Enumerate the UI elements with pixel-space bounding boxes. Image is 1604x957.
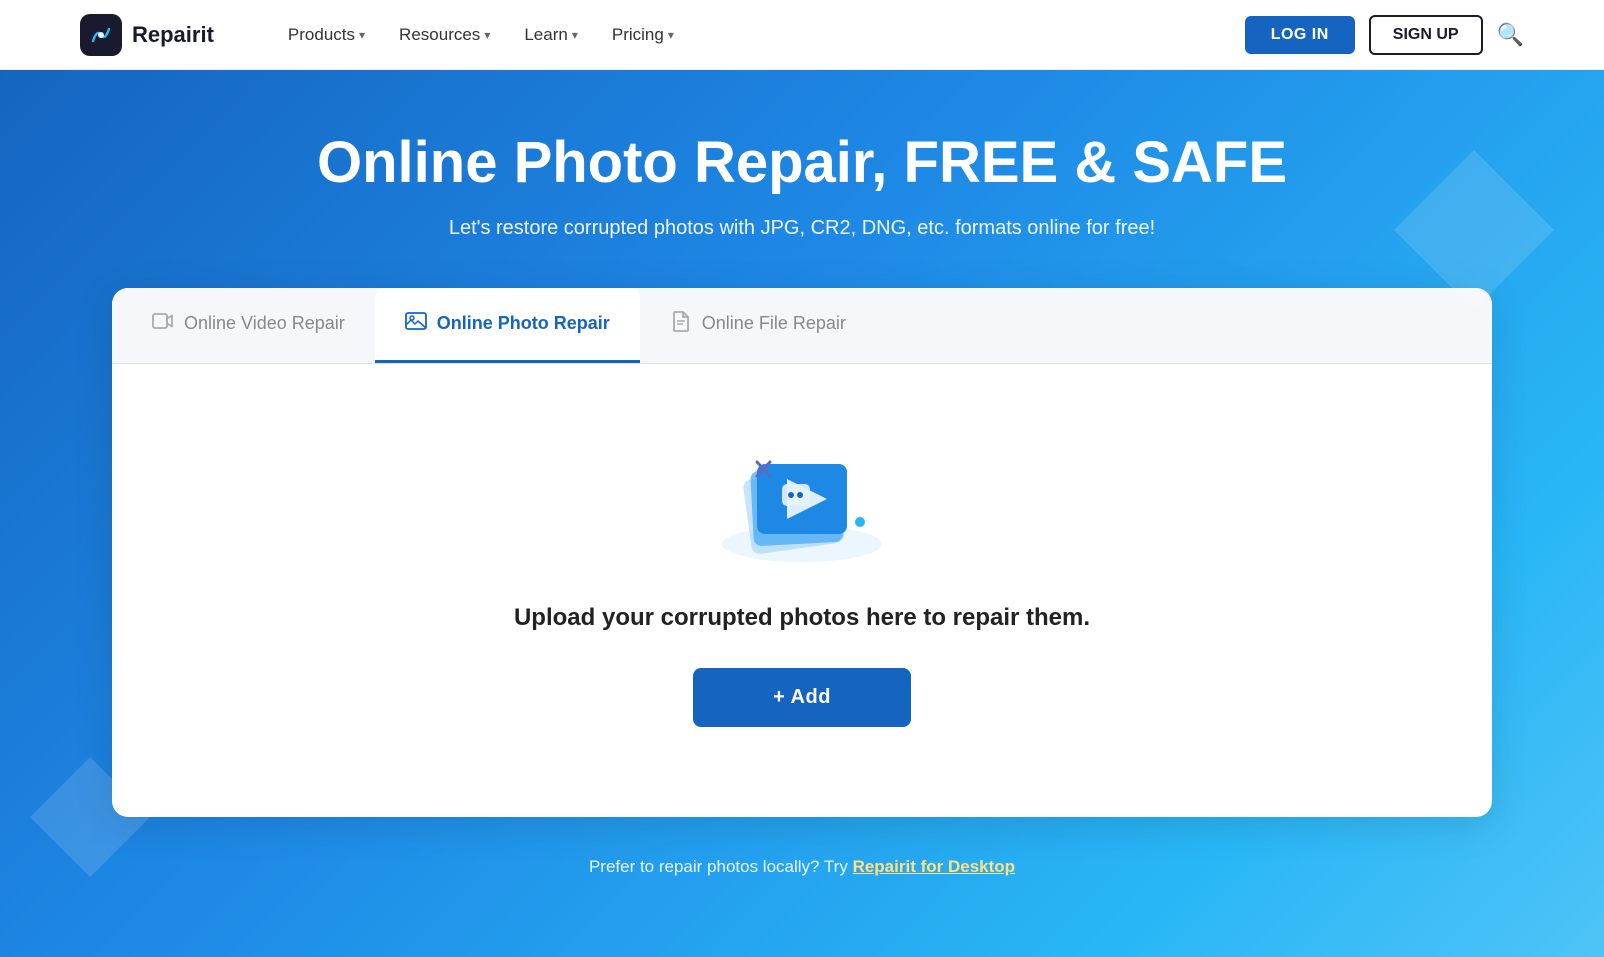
tab-video-repair[interactable]: Online Video Repair — [122, 288, 375, 363]
file-icon — [670, 310, 692, 338]
deco-shape-left — [30, 757, 150, 877]
chevron-down-icon: ▾ — [572, 28, 578, 42]
signup-button[interactable]: SIGN UP — [1369, 15, 1483, 55]
nav-actions: LOG IN SIGN UP 🔍 — [1245, 15, 1524, 55]
photo-icon — [405, 310, 427, 338]
repair-card: Online Video Repair Online Photo Repair — [112, 288, 1492, 817]
add-button[interactable]: + Add — [693, 668, 911, 727]
tab-photo-repair[interactable]: Online Photo Repair — [375, 288, 640, 363]
upload-text: Upload your corrupted photos here to rep… — [514, 604, 1090, 632]
nav-item-learn[interactable]: Learn ▾ — [510, 17, 592, 53]
nav-items: Products ▾ Resources ▾ Learn ▾ Pricing ▾ — [274, 17, 1205, 53]
hero-section: Online Photo Repair, FREE & SAFE Let's r… — [0, 70, 1604, 957]
video-icon — [152, 310, 174, 338]
nav-item-products[interactable]: Products ▾ — [274, 17, 379, 53]
logo-area[interactable]: Repairit — [80, 14, 214, 56]
logo-text: Repairit — [132, 22, 214, 48]
deco-shape-right — [1394, 150, 1554, 310]
chevron-down-icon: ▾ — [484, 28, 490, 42]
bottom-note: Prefer to repair photos locally? Try Rep… — [80, 857, 1524, 877]
nav-item-pricing[interactable]: Pricing ▾ — [598, 17, 688, 53]
navbar: Repairit Products ▾ Resources ▾ Learn ▾ … — [0, 0, 1604, 70]
nav-item-resources[interactable]: Resources ▾ — [385, 17, 504, 53]
search-icon: 🔍 — [1497, 22, 1524, 48]
search-button[interactable]: 🔍 — [1497, 22, 1524, 48]
tab-file-label: Online File Repair — [702, 313, 846, 334]
tab-video-label: Online Video Repair — [184, 313, 345, 334]
upload-area: Upload your corrupted photos here to rep… — [112, 364, 1492, 767]
upload-illustration — [692, 414, 912, 574]
chevron-down-icon: ▾ — [668, 28, 674, 42]
tab-photo-label: Online Photo Repair — [437, 313, 610, 334]
logo-icon — [80, 14, 122, 56]
tab-bar: Online Video Repair Online Photo Repair — [112, 288, 1492, 364]
chevron-down-icon: ▾ — [359, 28, 365, 42]
hero-subtitle: Let's restore corrupted photos with JPG,… — [80, 217, 1524, 240]
login-button[interactable]: LOG IN — [1245, 16, 1355, 54]
tab-file-repair[interactable]: Online File Repair — [640, 288, 876, 363]
desktop-link[interactable]: Repairit for Desktop — [853, 857, 1015, 876]
hero-title: Online Photo Repair, FREE & SAFE — [80, 130, 1524, 197]
